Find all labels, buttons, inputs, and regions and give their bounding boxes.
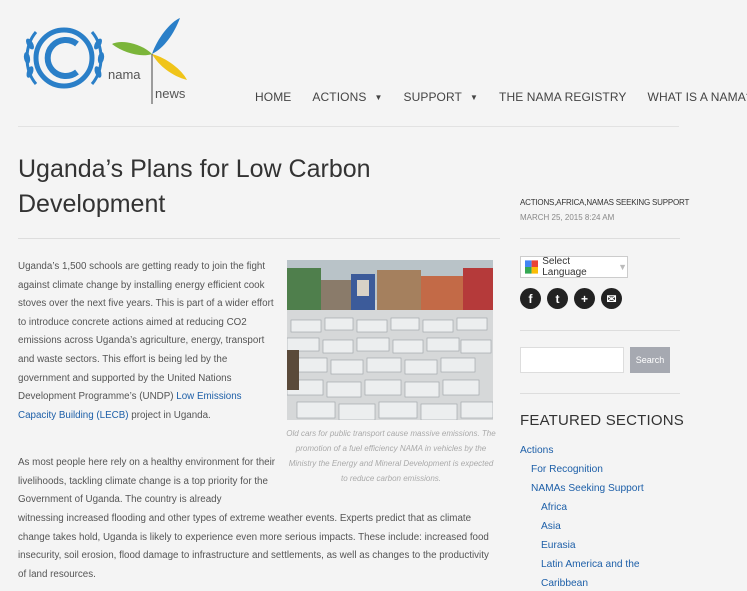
page-title: Uganda’s Plans for Low Carbon Developmen… <box>18 155 371 218</box>
featured-item-asia[interactable]: Asia <box>520 517 644 536</box>
nav-home-label: HOME <box>255 90 292 104</box>
paragraph-1-tail: project in Uganda. <box>128 409 211 421</box>
social-links: f t + ✉ <box>520 288 628 309</box>
featured-item-latin-america[interactable]: Latin America and the <box>520 555 644 574</box>
nav-nama-registry-label: THE NAMA REGISTRY <box>499 90 627 104</box>
featured-sections-title: FEATURED SECTIONS <box>520 412 684 429</box>
email-icon[interactable]: ✉ <box>601 288 622 309</box>
featured-item-actions[interactable]: Actions <box>520 441 644 460</box>
title-divider <box>18 238 500 239</box>
main-nav: HOME ACTIONS ▼ SUPPORT ▼ THE NAMA REGISTRY… <box>255 90 747 104</box>
nav-what-is-nama-label: WHAT IS A NAMA? <box>647 90 747 104</box>
post-categories[interactable]: ACTIONS,AFRICA,NAMAS SEEKING SUPPORT <box>520 198 689 207</box>
logo-nama-text: nama <box>108 67 141 82</box>
nav-home[interactable]: HOME <box>255 90 291 104</box>
nav-actions[interactable]: ACTIONS ▼ <box>312 90 382 104</box>
nav-support[interactable]: SUPPORT ▼ <box>403 90 478 104</box>
nav-support-label: SUPPORT <box>403 90 462 104</box>
article-photo <box>287 260 493 420</box>
language-select-label: Select Language <box>542 256 587 278</box>
search-button[interactable]: Search <box>630 347 670 373</box>
sidebar-divider <box>520 393 680 394</box>
dropdown-arrow-icon: ▼ <box>618 262 627 272</box>
logo-graphic: nama news <box>23 18 187 104</box>
featured-sections-list: Actions For Recognition NAMAs Seeking Su… <box>520 441 644 591</box>
language-select[interactable]: Select Language ▼ <box>520 256 628 278</box>
page: nama news HOME ACTIONS ▼ SUPPORT ▼ THE NAM… <box>0 0 747 591</box>
caret-down-icon: ▼ <box>374 92 383 102</box>
sidebar-divider <box>520 238 680 239</box>
nama-news-logo[interactable]: nama news <box>22 14 192 106</box>
facebook-icon[interactable]: f <box>520 288 541 309</box>
featured-item-for-recognition[interactable]: For Recognition <box>520 460 644 479</box>
featured-item-namas-seeking-support[interactable]: NAMAs Seeking Support <box>520 479 644 498</box>
featured-item-caribbean[interactable]: Caribbean <box>520 574 644 591</box>
search-input[interactable] <box>520 347 624 373</box>
nav-actions-label: ACTIONS <box>312 90 367 104</box>
nav-what-is-nama[interactable]: WHAT IS A NAMA? <box>648 90 747 104</box>
caret-down-icon: ▼ <box>469 92 479 102</box>
post-date: MARCH 25, 2015 8:24 AM <box>520 213 615 222</box>
featured-item-africa[interactable]: Africa <box>520 498 644 517</box>
google-translate-icon <box>525 260 539 274</box>
article-paragraph-1: Uganda’s 1,500 schools are getting ready… <box>18 258 278 425</box>
article-paragraph-3: witnessing increased flooding and other … <box>18 513 489 580</box>
nav-nama-registry[interactable]: THE NAMA REGISTRY <box>499 90 627 104</box>
header-divider <box>18 126 679 127</box>
paragraph-1-text: Uganda’s 1,500 schools are getting ready… <box>18 261 274 403</box>
photo-caption: Old cars for public transport cause mass… <box>286 429 496 483</box>
googleplus-icon[interactable]: + <box>574 288 595 309</box>
logo-news-text: news <box>155 86 186 101</box>
sidebar-divider <box>520 330 680 331</box>
article-paragraph-2: As most people here rely on a healthy en… <box>18 457 276 506</box>
featured-item-eurasia[interactable]: Eurasia <box>520 536 644 555</box>
twitter-icon[interactable]: t <box>547 288 568 309</box>
